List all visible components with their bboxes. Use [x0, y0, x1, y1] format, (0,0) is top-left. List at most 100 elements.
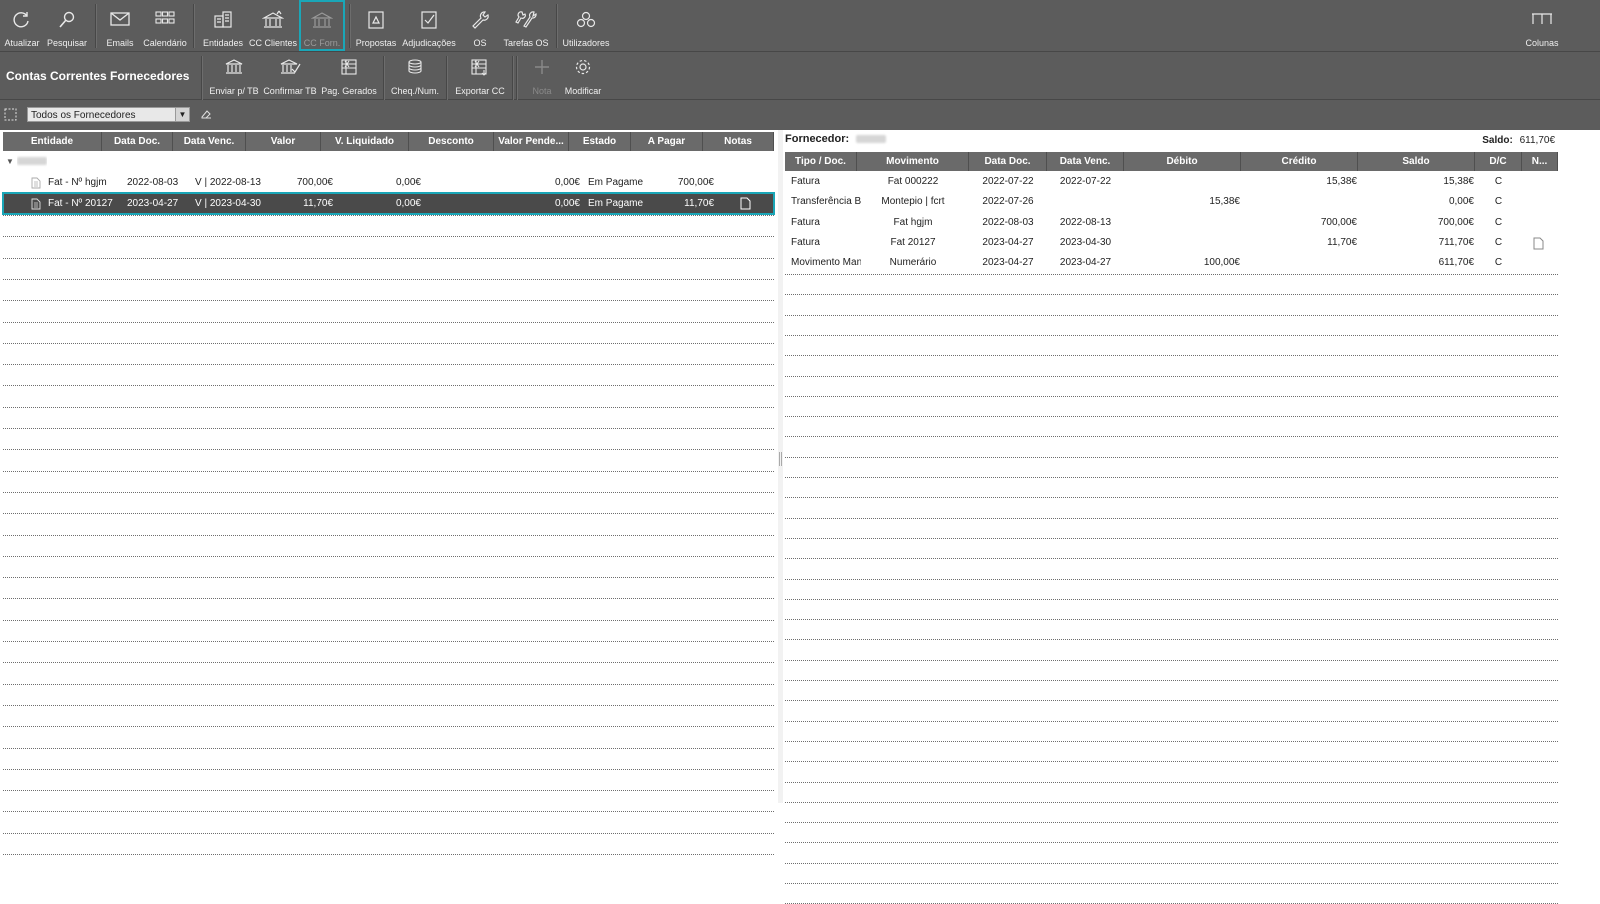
colunas-button[interactable]: Colunas — [1522, 0, 1562, 51]
row-divider — [3, 215, 774, 216]
confirmar-tb-button[interactable]: Confirmar TB — [262, 52, 318, 98]
row-divider — [785, 842, 1558, 844]
col-nota[interactable]: N... — [1522, 152, 1558, 171]
row-divider — [785, 537, 1558, 539]
chevron-down-icon[interactable]: ▼ — [175, 108, 189, 121]
row-divider — [3, 428, 774, 429]
row-divider — [3, 726, 774, 728]
row-divider — [3, 257, 774, 259]
table-row[interactable]: Fatura Fat hgjm 2022-08-03 2022-08-13 700,00… — [785, 213, 1558, 233]
cell-credito: 700,00€ — [1320, 216, 1357, 228]
cell-tipo: Fatura — [791, 236, 820, 248]
refresh-button[interactable]: Atualizar — [0, 0, 44, 51]
col-valor-pendente[interactable]: Valor Pende... — [494, 132, 569, 151]
table-row[interactable]: Fat - Nº hgjm 2022-08-03 V | 2022-08-13 … — [3, 172, 774, 193]
col-dc[interactable]: D/C — [1475, 152, 1522, 171]
excel-icon — [341, 59, 357, 75]
col-a-pagar[interactable]: A Pagar — [631, 132, 703, 151]
enviar-tb-button[interactable]: Enviar p/ TB — [208, 52, 260, 98]
row-divider — [785, 375, 1558, 377]
cc-clientes-button[interactable]: CC Clientes — [247, 0, 299, 51]
section-toolbar: Contas Correntes Fornecedores Enviar p/ … — [0, 52, 1600, 100]
expand-triangle-icon[interactable]: ▼ — [6, 151, 14, 172]
col-desconto[interactable]: Desconto — [409, 132, 494, 151]
columns-icon — [1532, 13, 1552, 24]
cell-dc: C — [1494, 236, 1503, 248]
col-data-doc[interactable]: Data Doc. — [102, 132, 173, 151]
col-data-venc[interactable]: Data Venc. — [173, 132, 246, 151]
row-divider — [3, 811, 774, 813]
entities-button[interactable]: Entidades — [199, 0, 247, 51]
adjudicacoes-button[interactable]: Adjudicações — [401, 0, 457, 51]
calendar-button[interactable]: Calendário — [142, 0, 188, 51]
modificar-button[interactable]: Modificar — [562, 52, 604, 98]
row-divider — [785, 294, 1558, 296]
cell-tipo: Transferência B — [791, 196, 861, 208]
toolbar-separator — [556, 4, 558, 48]
nota-button[interactable]: Nota — [522, 52, 562, 98]
cc-fornecedores-button[interactable]: CC Forn. — [299, 0, 345, 51]
cell-credito: 15,38€ — [1326, 176, 1357, 187]
cell-movimento: Fat hgjm — [893, 216, 933, 228]
table-row[interactable]: Fatura Fat 000222 2022-07-22 2022-07-22 15,3… — [785, 172, 1558, 192]
col-estado[interactable]: Estado — [569, 132, 631, 151]
select-all-button[interactable] — [4, 108, 17, 124]
emails-button[interactable]: Emails — [98, 0, 142, 51]
col-data-venc[interactable]: Data Venc. — [1047, 152, 1124, 171]
group-row[interactable]: ▼ — [3, 151, 774, 172]
splitter-grip-icon[interactable] — [779, 452, 782, 466]
bank-up-icon — [262, 10, 284, 28]
note-icon[interactable] — [1533, 237, 1544, 250]
tools-icon — [515, 11, 537, 28]
col-data-doc[interactable]: Data Doc. — [969, 152, 1047, 171]
toolbar-separator — [516, 56, 518, 100]
row-divider — [785, 355, 1558, 357]
table-row[interactable]: Movimento Man Numerário 2023-04-27 2023-04-… — [785, 253, 1558, 273]
cell-dc: C — [1494, 176, 1503, 187]
right-table-header: Tipo / Doc. Movimento Data Doc. Data Ven… — [785, 152, 1558, 171]
cell-saldo: 15,38€ — [1443, 176, 1474, 187]
users-icon — [576, 11, 596, 28]
check-doc-icon — [421, 11, 437, 29]
col-debito[interactable]: Débito — [1124, 152, 1241, 171]
row-divider — [785, 477, 1558, 478]
col-notas[interactable]: Notas — [703, 132, 774, 151]
row-divider — [785, 558, 1558, 560]
row-divider — [785, 395, 1558, 397]
toolbar-separator — [383, 56, 385, 100]
exportar-cc-button[interactable]: Exportar CC — [452, 52, 508, 98]
row-divider — [785, 659, 1558, 661]
cell-dc: C — [1494, 196, 1503, 208]
pag-gerados-button[interactable]: Pag. Gerados — [320, 52, 378, 98]
cheq-num-button[interactable]: Cheq./Num. — [388, 52, 442, 98]
utilizadores-button[interactable]: Utilizadores — [560, 0, 612, 51]
col-entidade[interactable]: Entidade — [3, 132, 102, 151]
col-saldo[interactable]: Saldo — [1358, 152, 1475, 171]
wrench-icon — [472, 11, 489, 29]
cell-movimento: Montepio | fcrt — [881, 196, 945, 208]
propostas-button[interactable]: Propostas — [353, 0, 399, 51]
col-tipo-doc[interactable]: Tipo / Doc. — [785, 152, 857, 171]
col-credito[interactable]: Crédito — [1241, 152, 1358, 171]
table-row[interactable]: Fatura Fat 20127 2023-04-27 2023-04-30 11,70… — [785, 233, 1558, 253]
clear-filter-button[interactable] — [200, 108, 212, 123]
table-row[interactable]: Transferência B Montepio | fcrt 2022-07-26… — [785, 192, 1558, 212]
redacted-supplier-name — [856, 135, 887, 144]
cell-saldo: 711,70€ — [1438, 236, 1474, 248]
col-movimento[interactable]: Movimento — [857, 152, 969, 171]
cell-data-doc: 2022-07-26 — [982, 196, 1034, 208]
cell-debito: 100,00€ — [1203, 257, 1240, 269]
os-button[interactable]: OS — [459, 0, 501, 51]
row-divider — [785, 517, 1558, 519]
row-divider — [3, 577, 774, 579]
search-button[interactable]: Pesquisar — [44, 0, 90, 51]
toolbar-separator — [446, 56, 448, 100]
table-row-selected[interactable]: Fat - Nº 20127 2023-04-27 V | 2023-04-30… — [2, 192, 775, 215]
col-valor[interactable]: Valor — [246, 132, 321, 151]
col-v-liquidado[interactable]: V. Liquidado — [321, 132, 409, 151]
row-divider — [3, 704, 774, 706]
row-divider — [785, 761, 1558, 763]
fornecedor-filter-select[interactable]: Todos os Fornecedores ▼ — [27, 107, 190, 122]
tarefas-os-button[interactable]: Tarefas OS — [501, 0, 551, 51]
redacted-entity-name — [17, 157, 47, 166]
